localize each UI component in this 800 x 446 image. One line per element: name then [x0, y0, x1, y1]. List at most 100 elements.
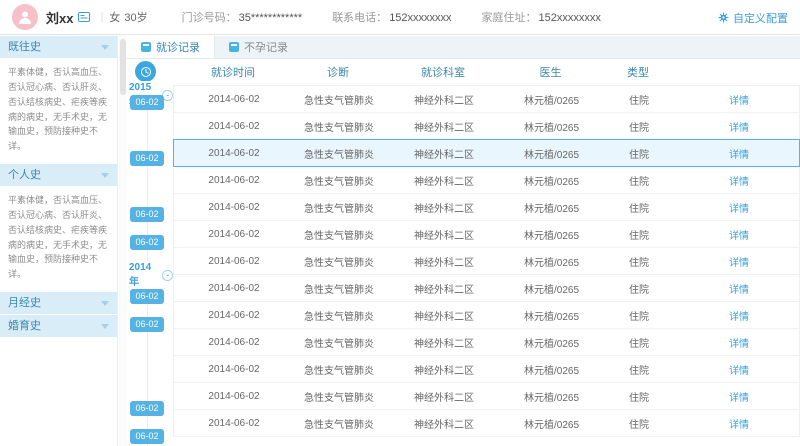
- cell-doctor: 林元植/0265: [504, 227, 599, 242]
- history-sidebar: 既往史 平素体健，否认高血压、否认冠心病、否认肝炎、否认结核病史、疟疾等疾病的病…: [0, 36, 118, 446]
- cell-department: 神经外科二区: [384, 254, 504, 269]
- table-row[interactable]: 2014-06-02 急性支气管肺炎 神经外科二区 林元植/0265 住院 详情: [173, 85, 800, 113]
- person-icon: [17, 9, 33, 25]
- collapse-icon[interactable]: -: [162, 270, 173, 281]
- sidebar-section-menstrual-history[interactable]: 月经史: [0, 292, 117, 314]
- col-doctor: 医生: [503, 64, 598, 80]
- cell-department: 神经外科二区: [384, 227, 504, 242]
- timeline-date-chip[interactable]: 06-02: [130, 429, 164, 444]
- sidebar-scrollbar[interactable]: [119, 36, 127, 446]
- cell-visit-time: 2014-06-02: [174, 310, 294, 321]
- table-header: 就诊时间 诊断 就诊科室 医生 类型: [173, 59, 800, 85]
- cell-type: 住院: [599, 92, 679, 107]
- detail-link[interactable]: 详情: [729, 366, 749, 377]
- phone-value: 152xxxxxxxx: [389, 12, 451, 24]
- cell-diagnosis: 急性支气管肺炎: [294, 254, 384, 269]
- cell-visit-time: 2014-06-02: [174, 229, 294, 240]
- table-row[interactable]: 2014-06-02 急性支气管肺炎 神经外科二区 林元植/0265 住院 详情: [173, 112, 800, 140]
- detail-link[interactable]: 详情: [729, 150, 749, 161]
- cell-department: 神经外科二区: [384, 389, 504, 404]
- detail-cell: 详情: [679, 254, 799, 269]
- timeline-date-chip[interactable]: 06-02: [130, 317, 164, 332]
- cell-doctor: 林元植/0265: [504, 254, 599, 269]
- detail-link[interactable]: 详情: [729, 231, 749, 242]
- cell-department: 神经外科二区: [384, 200, 504, 215]
- detail-link[interactable]: 详情: [729, 339, 749, 350]
- table-row[interactable]: 2014-06-02 急性支气管肺炎 神经外科二区 林元植/0265 住院 详情: [173, 139, 800, 167]
- cell-doctor: 林元植/0265: [504, 146, 599, 161]
- section-title: 个人史: [8, 169, 41, 181]
- cell-type: 住院: [599, 119, 679, 134]
- sidebar-section-past-history[interactable]: 既往史: [0, 36, 117, 58]
- table-row[interactable]: 2014-06-02 急性支气管肺炎 神经外科二区 林元植/0265 住院 详情: [173, 328, 800, 356]
- detail-link[interactable]: 详情: [729, 177, 749, 188]
- custom-config-label: 自定义配置: [733, 10, 788, 26]
- address-field: 家庭住址：152xxxxxxxx: [482, 9, 601, 25]
- cell-diagnosis: 急性支气管肺炎: [294, 389, 384, 404]
- cell-doctor: 林元植/0265: [504, 119, 599, 134]
- table-row[interactable]: 2014-06-02 急性支气管肺炎 神经外科二区 林元植/0265 住院 详情: [173, 382, 800, 410]
- timeline-date-chip[interactable]: 06-02: [130, 151, 164, 166]
- timeline-date-chip[interactable]: 06-02: [130, 235, 164, 250]
- sidebar-section-personal-history[interactable]: 个人史: [0, 164, 117, 186]
- custom-config-button[interactable]: 自定义配置: [718, 0, 788, 35]
- detail-link[interactable]: 详情: [729, 420, 749, 431]
- scrollbar-thumb[interactable]: [120, 39, 126, 95]
- section-title: 婚育史: [8, 320, 41, 332]
- table-row[interactable]: 2014-06-02 急性支气管肺炎 神经外科二区 林元植/0265 住院 详情: [173, 409, 800, 437]
- col-department: 就诊科室: [383, 64, 503, 80]
- detail-cell: 详情: [679, 416, 799, 431]
- detail-link[interactable]: 详情: [729, 123, 749, 134]
- cell-doctor: 林元植/0265: [504, 173, 599, 188]
- cell-visit-time: 2014-06-02: [174, 364, 294, 375]
- cell-doctor: 林元植/0265: [504, 281, 599, 296]
- table-row[interactable]: 2014-06-02 急性支气管肺炎 神经外科二区 林元植/0265 住院 详情: [173, 301, 800, 329]
- table-body: 2014-06-02 急性支气管肺炎 神经外科二区 林元植/0265 住院 详情…: [173, 85, 800, 437]
- records-content: 2015年-06-0206-0206-0206-022014年-06-0206-…: [127, 59, 800, 446]
- patient-avatar: [12, 4, 38, 30]
- chevron-down-icon: [101, 173, 109, 178]
- cell-department: 神经外科二区: [384, 146, 504, 161]
- table-row[interactable]: 2014-06-02 急性支气管肺炎 神经外科二区 林元植/0265 住院 详情: [173, 193, 800, 221]
- detail-link[interactable]: 详情: [729, 312, 749, 323]
- timeline-clock-icon: [135, 61, 156, 82]
- table-row[interactable]: 2014-06-02 急性支气管肺炎 神经外科二区 林元植/0265 住院 详情: [173, 220, 800, 248]
- cell-visit-time: 2014-06-02: [174, 202, 294, 213]
- cell-visit-time: 2014-06-02: [174, 175, 294, 186]
- detail-link[interactable]: 详情: [729, 258, 749, 269]
- timeline-date-chip[interactable]: 06-02: [130, 95, 164, 110]
- table-row[interactable]: 2014-06-02 急性支气管肺炎 神经外科二区 林元植/0265 住院 详情: [173, 247, 800, 275]
- detail-link[interactable]: 详情: [729, 96, 749, 107]
- tab-infertility-records[interactable]: 不孕记录: [215, 36, 302, 58]
- timeline-date-chip[interactable]: 06-02: [130, 289, 164, 304]
- timeline-date-chip[interactable]: 06-02: [130, 207, 164, 222]
- tab-label: 就诊记录: [156, 39, 200, 55]
- chevron-down-icon: [101, 301, 109, 306]
- cell-diagnosis: 急性支气管肺炎: [294, 335, 384, 350]
- sidebar-section-marriage-history[interactable]: 婚育史: [0, 315, 117, 337]
- main-panel: 就诊记录 不孕记录 2015年-06-0206-0206-0206-022014…: [127, 36, 800, 446]
- cell-department: 神经外科二区: [384, 335, 504, 350]
- year-label: 2014年: [129, 262, 159, 288]
- cell-doctor: 林元植/0265: [504, 416, 599, 431]
- address-label: 家庭住址：: [482, 12, 537, 24]
- personal-history-content: 平素体健，否认高血压、否认冠心病、否认肝炎、否认结核病史、疟疾等疾病的病史，无手…: [0, 187, 117, 292]
- detail-link[interactable]: 详情: [729, 204, 749, 215]
- table-row[interactable]: 2014-06-02 急性支气管肺炎 神经外科二区 林元植/0265 住院 详情: [173, 355, 800, 383]
- timeline-date-chip[interactable]: 06-02: [130, 401, 164, 416]
- patient-gender: 女: [109, 9, 120, 25]
- detail-cell: 详情: [679, 281, 799, 296]
- patient-age: 30岁: [124, 9, 147, 25]
- table-row[interactable]: 2014-06-02 急性支气管肺炎 神经外科二区 林元植/0265 住院 详情: [173, 274, 800, 302]
- cell-diagnosis: 急性支气管肺炎: [294, 92, 384, 107]
- collapse-icon[interactable]: -: [162, 90, 173, 101]
- cell-department: 神经外科二区: [384, 416, 504, 431]
- past-history-content: 平素体健，否认高血压、否认冠心病、否认肝炎、否认结核病史、疟疾等疾病的病史，无手…: [0, 59, 117, 164]
- table-row[interactable]: 2014-06-02 急性支气管肺炎 神经外科二区 林元植/0265 住院 详情: [173, 166, 800, 194]
- patient-header: 刘xx | 女 30岁 门诊号码：35************ 联系电话：152…: [0, 0, 800, 35]
- tab-visit-records[interactable]: 就诊记录: [127, 36, 215, 58]
- detail-link[interactable]: 详情: [729, 393, 749, 404]
- outpatient-number-value: 35************: [239, 12, 303, 24]
- detail-link[interactable]: 详情: [729, 285, 749, 296]
- timeline-year[interactable]: 2014年-: [129, 261, 173, 289]
